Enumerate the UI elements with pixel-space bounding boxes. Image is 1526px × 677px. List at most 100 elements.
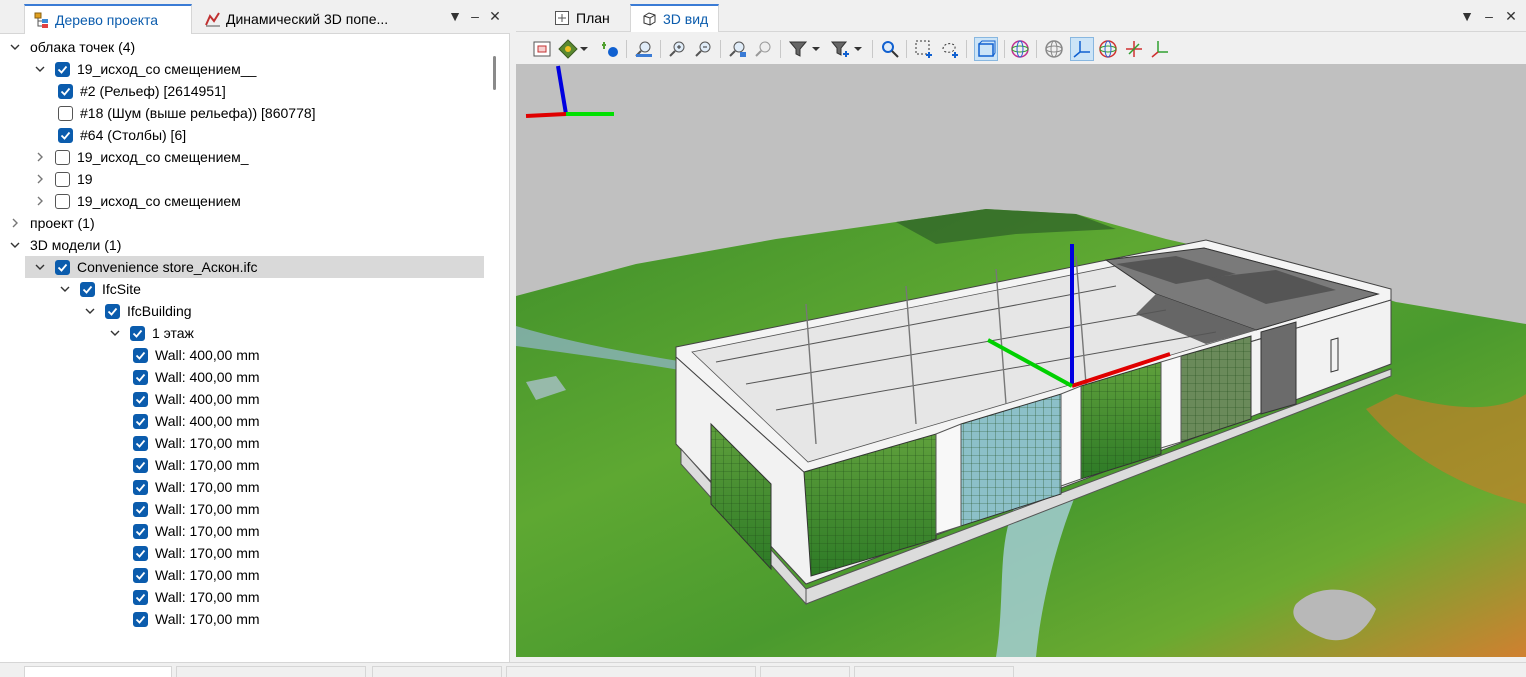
chevron-down-icon[interactable]: [83, 304, 97, 318]
tree-checkbox[interactable]: [133, 501, 148, 517]
axis-x-icon[interactable]: [1122, 37, 1146, 61]
tree-row[interactable]: Wall: 170,00 mm: [133, 586, 260, 608]
tree-checkbox[interactable]: [133, 413, 148, 429]
zoom-out-icon[interactable]: [692, 37, 716, 61]
tree-row[interactable]: Convenience store_Аскон.ifc: [25, 256, 484, 278]
chevron-right-icon[interactable]: [33, 194, 47, 208]
bottom-tab-4[interactable]: [506, 666, 756, 677]
bottom-tab-3[interactable]: [372, 666, 502, 677]
rect-select-icon[interactable]: [912, 37, 936, 61]
chevron-down-icon[interactable]: [33, 62, 47, 76]
find-icon[interactable]: [878, 37, 902, 61]
tree-checkbox[interactable]: [133, 435, 148, 451]
tree-checkbox[interactable]: [55, 259, 70, 275]
tree-row[interactable]: 19_исход_со смещением: [33, 190, 241, 212]
tree-checkbox[interactable]: [133, 479, 148, 495]
tree-row[interactable]: 19: [33, 168, 93, 190]
minimize-icon[interactable]: –: [466, 8, 484, 24]
bottom-tab-5[interactable]: [760, 666, 850, 677]
chevron-down-icon[interactable]: [58, 282, 72, 296]
pan-icon[interactable]: [556, 37, 580, 61]
tree-row[interactable]: #2 (Рельеф) [2614951]: [58, 80, 226, 102]
tab-dynamic-3d[interactable]: Динамический 3D попе...: [196, 4, 418, 34]
tree-row[interactable]: #64 (Столбы) [6]: [58, 124, 186, 146]
zoom-extents-icon[interactable]: [632, 37, 656, 61]
axis-icon[interactable]: [1070, 37, 1094, 61]
select-box-icon[interactable]: [530, 37, 554, 61]
globe-color-icon[interactable]: [1096, 37, 1120, 61]
close-icon[interactable]: ✕: [486, 8, 504, 25]
chevron-right-icon[interactable]: [33, 150, 47, 164]
tree-checkbox[interactable]: [133, 369, 148, 385]
tree-row[interactable]: Wall: 170,00 mm: [133, 476, 260, 498]
tree-row[interactable]: Wall: 170,00 mm: [133, 542, 260, 564]
tree-checkbox[interactable]: [133, 545, 148, 561]
tree-checkbox[interactable]: [80, 281, 95, 297]
tree-row[interactable]: 19_исход_со смещением__: [33, 58, 256, 80]
tree-row[interactable]: #18 (Шум (выше рельефа)) [860778]: [58, 102, 316, 124]
3d-viewport[interactable]: [516, 64, 1526, 657]
view-close-icon[interactable]: ✕: [1502, 8, 1520, 25]
panel-menu-icon[interactable]: ▼: [446, 8, 464, 24]
zoom-window-icon[interactable]: [726, 37, 750, 61]
filter-add-dropdown-icon[interactable]: [852, 37, 864, 61]
tree-checkbox[interactable]: [133, 523, 148, 539]
tree-checkbox[interactable]: [130, 325, 145, 341]
tree-row[interactable]: Wall: 170,00 mm: [133, 564, 260, 586]
tree-row[interactable]: проект (1): [8, 212, 95, 234]
tree-checkbox[interactable]: [133, 457, 148, 473]
tree-scrollbar-thumb[interactable]: [493, 56, 496, 90]
bbox-icon[interactable]: [974, 37, 998, 61]
bottom-tab-2[interactable]: [176, 666, 366, 677]
tree-checkbox[interactable]: [105, 303, 120, 319]
zoom-in-icon[interactable]: [666, 37, 690, 61]
pan-dropdown-icon[interactable]: [578, 37, 590, 61]
tree-row[interactable]: Wall: 170,00 mm: [133, 432, 260, 454]
tree-checkbox[interactable]: [133, 589, 148, 605]
tree-checkbox[interactable]: [133, 611, 148, 627]
tree-row[interactable]: 3D модели (1): [8, 234, 121, 256]
tree-row[interactable]: Wall: 400,00 mm: [133, 410, 260, 432]
chevron-down-icon[interactable]: [8, 238, 22, 252]
tree-scrollbar[interactable]: [488, 36, 504, 656]
zoom-prev-icon[interactable]: [752, 37, 776, 61]
tab-3d-view[interactable]: 3D вид: [630, 4, 720, 32]
tree-row[interactable]: Wall: 170,00 mm: [133, 608, 260, 630]
bottom-tab-6[interactable]: [854, 666, 1014, 677]
globe-icon[interactable]: [1042, 37, 1066, 61]
tree-checkbox[interactable]: [58, 127, 73, 143]
axis-y-icon[interactable]: [1148, 37, 1172, 61]
view-menu-icon[interactable]: ▼: [1458, 8, 1476, 24]
tab-project-tree[interactable]: Дерево проекта: [24, 4, 192, 34]
tree-row[interactable]: Wall: 170,00 mm: [133, 454, 260, 476]
filter-add-icon[interactable]: [828, 37, 852, 61]
bottom-tab-1[interactable]: [24, 666, 172, 677]
tree-row[interactable]: 19_исход_со смещением_: [33, 146, 249, 168]
tree-checkbox[interactable]: [133, 567, 148, 583]
lasso-select-icon[interactable]: [938, 37, 962, 61]
tree-checkbox[interactable]: [55, 61, 70, 77]
tab-plan[interactable]: План: [544, 4, 620, 32]
chevron-right-icon[interactable]: [33, 172, 47, 186]
sphere-icon[interactable]: [1008, 37, 1032, 61]
tree-row[interactable]: Wall: 400,00 mm: [133, 388, 260, 410]
tree-row[interactable]: облака точек (4): [8, 36, 135, 58]
chevron-right-icon[interactable]: [8, 216, 22, 230]
tree-row[interactable]: Wall: 170,00 mm: [133, 520, 260, 542]
filter-icon[interactable]: [786, 37, 810, 61]
tree-checkbox[interactable]: [133, 347, 148, 363]
tree-checkbox[interactable]: [133, 391, 148, 407]
chevron-down-icon[interactable]: [33, 260, 47, 274]
tree-checkbox[interactable]: [58, 83, 73, 99]
tree-checkbox[interactable]: [55, 149, 70, 165]
tree-row[interactable]: Wall: 170,00 mm: [133, 498, 260, 520]
tree-row[interactable]: IfcSite: [58, 278, 141, 300]
view-minimize-icon[interactable]: –: [1480, 8, 1498, 24]
tree-row[interactable]: 1 этаж: [108, 322, 194, 344]
tree-row[interactable]: Wall: 400,00 mm: [133, 366, 260, 388]
tree-checkbox[interactable]: [55, 193, 70, 209]
tree-row[interactable]: IfcBuilding: [83, 300, 192, 322]
tree-row[interactable]: Wall: 400,00 mm: [133, 344, 260, 366]
point-icon[interactable]: [598, 37, 622, 61]
chevron-down-icon[interactable]: [8, 40, 22, 54]
